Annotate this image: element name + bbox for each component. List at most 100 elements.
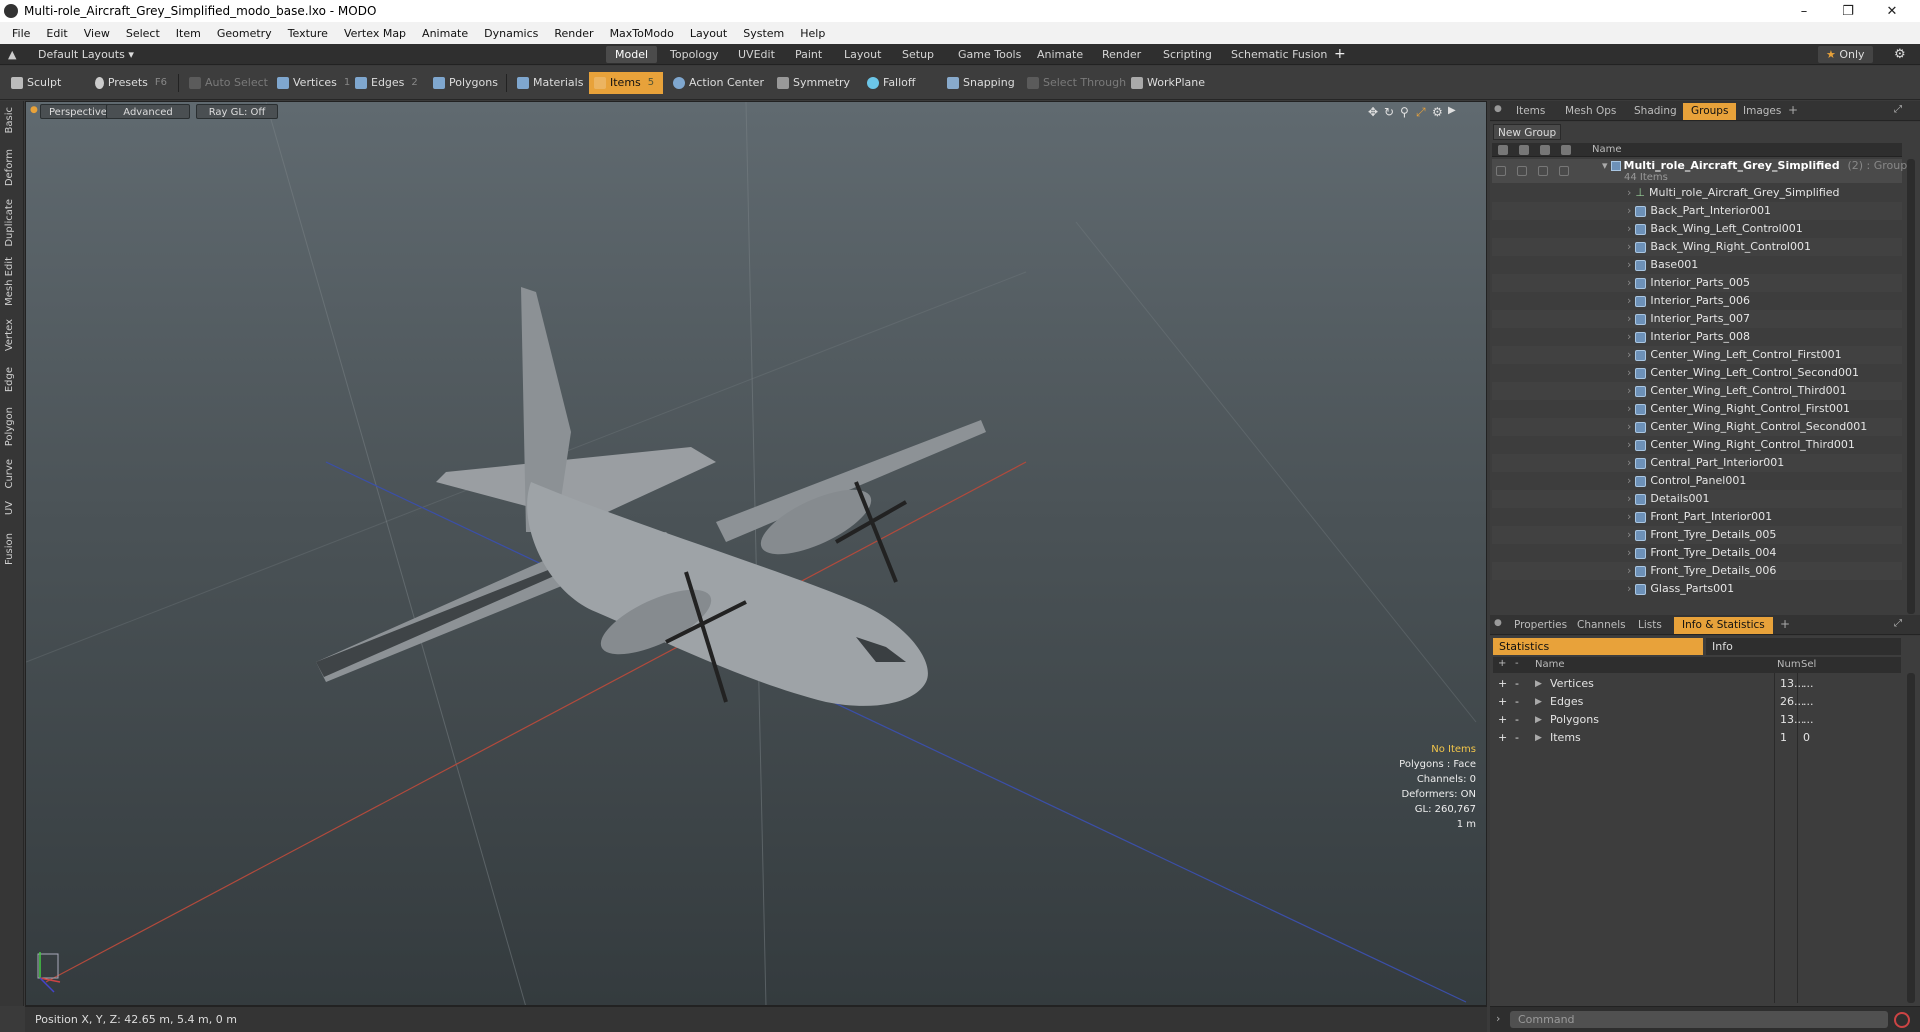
expand-icon[interactable]: › [1627,328,1631,346]
lock-toggle[interactable] [1538,166,1548,176]
tab-deform[interactable]: Deform [4,149,15,186]
gear-icon[interactable]: ⚙ [1894,47,1906,62]
polygons-button[interactable]: Polygons [428,72,503,94]
snapping-button[interactable]: Snapping [942,72,1020,94]
menu-render[interactable]: Render [546,27,601,40]
tab-lists[interactable]: Lists [1630,617,1670,634]
lock-column-icon[interactable] [1540,145,1550,155]
list-item[interactable]: › Center_Wing_Left_Control_Third001 [1627,382,1847,400]
menu-item[interactable]: Item [168,27,209,40]
expand-arrow-icon[interactable]: ▶ [1535,729,1542,747]
expand-icon[interactable]: › [1627,238,1631,256]
tab-basic[interactable]: Basic [4,107,15,133]
tab-uv[interactable]: UV [4,501,15,515]
add-icon[interactable]: + [1498,711,1507,729]
list-item[interactable]: › Base001 [1627,256,1698,274]
tab-paint[interactable]: Paint [786,46,831,63]
table-row[interactable]: + - ▶ Items 1 0 [1493,729,1901,747]
perspective-dropdown[interactable]: Perspective [40,104,116,119]
workplane-button[interactable]: WorkPlane [1126,72,1210,94]
expand-icon[interactable]: › [1627,292,1631,310]
tab-schematic-fusion[interactable]: Schematic Fusion [1222,46,1336,63]
list-item[interactable]: › Center_Wing_Left_Control_Second001 [1627,364,1859,382]
list-item[interactable]: › Front_Part_Interior001 [1627,508,1772,526]
list-item[interactable]: › Front_Tyre_Details_006 [1627,562,1776,580]
zoom-icon[interactable]: ⚲ [1400,105,1409,119]
symmetry-button[interactable]: Symmetry [772,72,855,94]
tab-curve[interactable]: Curve [4,459,15,489]
expand-arrow-icon[interactable]: ▶ [1535,693,1542,711]
remove-icon[interactable]: - [1515,675,1519,693]
list-item[interactable]: › Front_Tyre_Details_004 [1627,544,1776,562]
list-item[interactable]: › Back_Wing_Left_Control001 [1627,220,1803,238]
render-toggle[interactable] [1517,166,1527,176]
tab-mesh-ops[interactable]: Mesh Ops [1557,103,1624,120]
expand-icon[interactable]: › [1627,220,1631,238]
list-item[interactable]: › Control_Panel001 [1627,472,1746,490]
new-group-button[interactable]: New Group [1493,124,1562,140]
expand-all-icon[interactable]: + [1498,658,1506,669]
add-icon[interactable]: + [1498,675,1507,693]
fit-view-icon[interactable]: ⤢ [1416,105,1426,120]
expand-icon[interactable]: › [1627,256,1631,274]
tab-images[interactable]: Images [1735,103,1789,120]
add-icon[interactable]: + [1498,693,1507,711]
expand-icon[interactable]: › [1627,400,1631,418]
tab-info-statistics[interactable]: Info & Statistics [1674,617,1773,634]
expand-arrow-icon[interactable]: ▶ [1535,675,1542,693]
list-item[interactable]: › Center_Wing_Right_Control_Second001 [1627,418,1867,436]
list-item[interactable]: › Central_Part_Interior001 [1627,454,1784,472]
tab-topology[interactable]: Topology [661,46,728,63]
table-row[interactable]: + - ▶ Vertices 13...... [1493,675,1901,693]
only-toggle[interactable]: ★ Only [1818,46,1873,63]
add-panel-tab-icon[interactable]: + [1788,103,1798,117]
tab-edge[interactable]: Edge [4,367,15,392]
vertices-button[interactable]: Vertices 1 [272,72,355,94]
items-button[interactable]: Items 5 [589,72,663,94]
menu-select[interactable]: Select [118,27,168,40]
tab-layout[interactable]: Layout [835,46,890,63]
menu-help[interactable]: Help [792,27,833,40]
tab-duplicate[interactable]: Duplicate [4,199,15,247]
info-subtab[interactable]: Info [1706,638,1901,655]
expand-icon[interactable]: › [1627,310,1631,328]
expand-icon[interactable]: › [1627,508,1631,526]
expand-icon[interactable]: › [1627,580,1631,598]
panel-menu-icon[interactable]: ● [1494,104,1502,114]
tab-groups[interactable]: Groups [1683,103,1737,120]
tab-items[interactable]: Items [1508,103,1553,120]
list-item[interactable]: › Interior_Parts_005 [1627,274,1750,292]
select-toggle[interactable] [1559,166,1569,176]
viewport-menu-icon[interactable]: ● [30,105,38,115]
rotate-icon[interactable]: ↻ [1384,105,1394,119]
list-item[interactable]: › Back_Part_Interior001 [1627,202,1771,220]
tab-mesh-edit[interactable]: Mesh Edit [4,257,15,306]
statistics-scrollbar[interactable] [1907,673,1915,1003]
menu-edit[interactable]: Edit [38,27,75,40]
group-row[interactable]: ▾ Multi_role_Aircraft_Grey_Simplified (2)… [1602,159,1907,173]
menu-maxtomodo[interactable]: MaxToModo [602,27,682,40]
3d-viewport[interactable]: ● Perspective Advanced Ray GL: Off ✥ ↻ ⚲… [25,101,1487,1006]
materials-button[interactable]: Materials [512,72,588,94]
falloff-button[interactable]: Falloff [862,72,920,94]
tab-fusion[interactable]: Fusion [4,533,15,565]
tab-setup[interactable]: Setup [893,46,943,63]
minimize-icon[interactable]: – [1782,0,1826,22]
add-icon[interactable]: + [1498,729,1507,747]
expand-icon[interactable]: › [1627,544,1631,562]
action-center-button[interactable]: Action Center [668,72,769,94]
default-layouts-dropdown[interactable]: Default Layouts ▾ [38,48,134,61]
expand-icon[interactable]: › [1627,274,1631,292]
collapse-icon[interactable]: ▾ [1602,159,1608,172]
expand-icon[interactable]: › [1627,472,1631,490]
command-input[interactable]: Command [1510,1011,1888,1028]
expand-icon[interactable]: › [1627,454,1631,472]
expand-icon[interactable]: › [1627,526,1631,544]
expand-icon[interactable]: › [1627,418,1631,436]
expand-arrow-icon[interactable]: ▶ [1535,711,1542,729]
panel-menu-icon[interactable]: ● [1494,618,1502,628]
pan-icon[interactable]: ✥ [1368,105,1378,119]
list-item[interactable]: › Center_Wing_Left_Control_First001 [1627,346,1842,364]
tab-scripting[interactable]: Scripting [1154,46,1221,63]
list-item[interactable]: › Front_Tyre_Details_005 [1627,526,1776,544]
